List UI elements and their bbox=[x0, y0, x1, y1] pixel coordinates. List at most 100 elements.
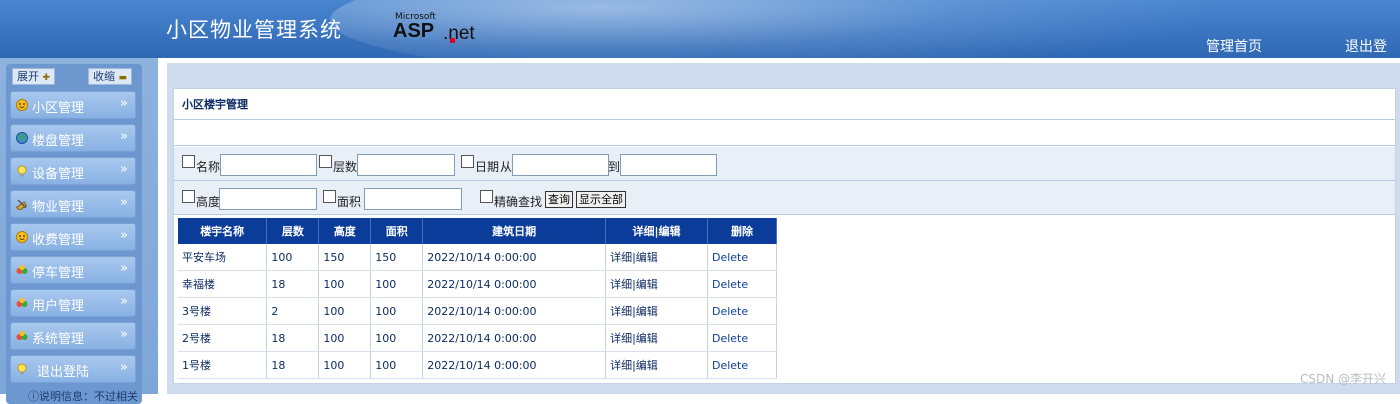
sidebar-item-label: 系统管理 bbox=[32, 332, 85, 347]
minus-icon: ▬ bbox=[118, 73, 128, 83]
sidebar-item-property[interactable]: 物业管理 » bbox=[10, 190, 136, 218]
sidebar-item-label: 退出登陆 bbox=[37, 365, 90, 380]
column-header-building-name[interactable]: 楼宇名称 bbox=[178, 218, 268, 244]
name-label: 名称 bbox=[196, 160, 221, 174]
sidebar-item-buildings[interactable]: 楼盘管理 » bbox=[10, 124, 136, 152]
sidebar-item-community[interactable]: 小区管理 » bbox=[10, 91, 136, 119]
column-header-area[interactable]: 面积 bbox=[370, 218, 424, 244]
sidebar-item-parking[interactable]: 停车管理 » bbox=[10, 256, 136, 284]
query-button[interactable]: 查询 bbox=[545, 191, 573, 208]
plus-icon: ✚ bbox=[42, 73, 51, 83]
table-row: 幸福楼 18 100 100 2022/10/14 0:00:00 详细|编辑 … bbox=[178, 270, 778, 298]
expand-all-label: 展开 bbox=[17, 70, 39, 83]
double-chevron-right-icon: » bbox=[120, 327, 128, 342]
column-header-floors[interactable]: 层数 bbox=[266, 218, 320, 244]
sidebar: 展开 ✚ 收缩 ▬ 小区管理 » 楼盘管理 » 设备管理 » 物业管理 » 收费… bbox=[0, 58, 158, 404]
column-header-height[interactable]: 高度 bbox=[318, 218, 372, 244]
sidebar-item-label: 停车管理 bbox=[32, 266, 85, 281]
cell-floors: 18 bbox=[266, 324, 320, 352]
floors-label: 层数 bbox=[333, 160, 358, 174]
table-row: 3号楼 2 100 100 2022/10/14 0:00:00 详细|编辑 D… bbox=[178, 297, 778, 325]
tools-icon bbox=[16, 199, 28, 210]
sidebar-footer-note: ⓘ说明信息：不过相关 bbox=[28, 390, 138, 403]
double-chevron-right-icon: » bbox=[120, 96, 128, 111]
users-icon bbox=[16, 297, 28, 307]
delete-link[interactable]: Delete bbox=[707, 244, 778, 271]
table-row: 平安车场 100 150 150 2022/10/14 0:00:00 详细|编… bbox=[178, 244, 778, 271]
height-label: 高度 bbox=[196, 195, 221, 209]
height-filter-checkbox[interactable] bbox=[182, 190, 195, 203]
cell-floors: 100 bbox=[266, 244, 320, 271]
sidebar-item-equipment[interactable]: 设备管理 » bbox=[10, 157, 136, 185]
date-from-input[interactable] bbox=[512, 154, 609, 176]
cell-floors: 18 bbox=[266, 270, 320, 298]
double-chevron-right-icon: » bbox=[120, 162, 128, 177]
cell-floors: 18 bbox=[266, 351, 320, 379]
exact-search-checkbox[interactable] bbox=[480, 190, 493, 203]
cell-building-name: 1号楼 bbox=[178, 351, 268, 379]
content-frame: 小区楼宇管理 名称 层数 日期 从 到 高度 面积 精确查找 查询 显示全部 楼… bbox=[167, 63, 1400, 394]
double-chevron-right-icon: » bbox=[120, 261, 128, 276]
cell-area: 100 bbox=[370, 270, 424, 298]
cell-building-name: 2号楼 bbox=[178, 324, 268, 352]
smiley-icon bbox=[16, 231, 28, 243]
logo-product: ASP bbox=[393, 20, 435, 42]
floors-input[interactable] bbox=[357, 154, 455, 176]
delete-link[interactable]: Delete bbox=[707, 270, 778, 298]
smiley-icon bbox=[16, 99, 28, 111]
delete-link[interactable]: Delete bbox=[707, 297, 778, 325]
nav-link-home[interactable]: 管理首页 bbox=[1206, 36, 1262, 56]
double-chevron-right-icon: » bbox=[120, 228, 128, 243]
bulb-icon bbox=[17, 363, 27, 375]
logo-suffix: .net bbox=[443, 23, 475, 44]
buildings-table: 楼宇名称 层数 高度 面积 建筑日期 详细|编辑 删除 平安车场 100 150… bbox=[178, 218, 778, 379]
aspnet-logo: Microsoft ASP .net bbox=[393, 12, 483, 44]
cell-floors: 2 bbox=[266, 297, 320, 325]
cell-height: 150 bbox=[318, 244, 372, 271]
date-filter-checkbox[interactable] bbox=[461, 155, 474, 168]
height-input[interactable] bbox=[219, 188, 317, 210]
filter-form: 名称 层数 日期 从 到 高度 面积 精确查找 查询 显示全部 bbox=[174, 147, 1395, 215]
column-header-build-date[interactable]: 建筑日期 bbox=[422, 218, 607, 244]
page-title: 小区楼宇管理 bbox=[182, 98, 248, 111]
sidebar-item-label: 设备管理 bbox=[32, 167, 85, 182]
divider bbox=[174, 180, 1395, 181]
logo-dot bbox=[450, 38, 455, 43]
collapse-all-label: 收缩 bbox=[93, 70, 115, 83]
name-filter-checkbox[interactable] bbox=[182, 155, 195, 168]
detail-edit-link[interactable]: 详细|编辑 bbox=[605, 297, 708, 325]
area-input[interactable] bbox=[364, 188, 462, 210]
double-chevron-right-icon: » bbox=[120, 360, 128, 375]
users-icon bbox=[16, 264, 28, 274]
delete-link[interactable]: Delete bbox=[707, 324, 778, 352]
area-filter-checkbox[interactable] bbox=[323, 190, 336, 203]
date-to-input[interactable] bbox=[620, 154, 717, 176]
date-from-label: 从 bbox=[500, 160, 513, 174]
nav-link-logout[interactable]: 退出登陆 bbox=[1345, 36, 1400, 58]
detail-edit-link[interactable]: 详细|编辑 bbox=[605, 324, 708, 352]
double-chevron-right-icon: » bbox=[120, 129, 128, 144]
cell-area: 100 bbox=[370, 351, 424, 379]
cell-height: 100 bbox=[318, 270, 372, 298]
column-header-detail-edit: 详细|编辑 bbox=[605, 218, 708, 244]
show-all-button[interactable]: 显示全部 bbox=[576, 191, 626, 208]
expand-all-button[interactable]: 展开 ✚ bbox=[12, 68, 56, 85]
date-to-label: 到 bbox=[608, 160, 621, 174]
sidebar-item-logout[interactable]: 退出登陆 » bbox=[10, 355, 136, 383]
sidebar-item-fees[interactable]: 收费管理 » bbox=[10, 223, 136, 251]
sidebar-item-system[interactable]: 系统管理 » bbox=[10, 322, 136, 350]
sidebar-item-label: 小区管理 bbox=[32, 101, 85, 116]
detail-edit-link[interactable]: 详细|编辑 bbox=[605, 270, 708, 298]
collapse-all-button[interactable]: 收缩 ▬ bbox=[88, 68, 133, 85]
delete-link[interactable]: Delete bbox=[707, 351, 778, 379]
divider bbox=[174, 119, 1395, 120]
name-input[interactable] bbox=[220, 154, 317, 176]
cell-build-date: 2022/10/14 0:00:00 bbox=[422, 270, 607, 298]
detail-edit-link[interactable]: 详细|编辑 bbox=[605, 351, 708, 379]
cell-area: 100 bbox=[370, 324, 424, 352]
detail-edit-link[interactable]: 详细|编辑 bbox=[605, 244, 708, 271]
floors-filter-checkbox[interactable] bbox=[319, 155, 332, 168]
sidebar-item-users[interactable]: 用户管理 » bbox=[10, 289, 136, 317]
cell-height: 100 bbox=[318, 324, 372, 352]
cell-height: 100 bbox=[318, 297, 372, 325]
